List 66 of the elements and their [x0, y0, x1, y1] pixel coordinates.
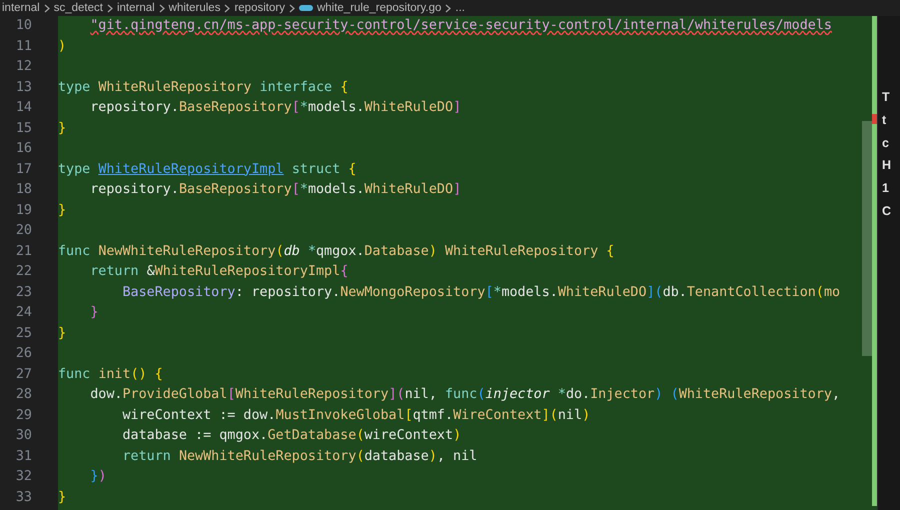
breadcrumb-item[interactable]: internal: [2, 0, 40, 16]
breadcrumb-item[interactable]: white_rule_repository.go: [316, 0, 442, 16]
line-number: 18: [14, 181, 33, 199]
code-line: }: [58, 202, 68, 220]
line-number: 30: [14, 427, 33, 445]
line-number: 19: [14, 202, 33, 220]
code-line: func init() {: [58, 366, 164, 384]
line-number: 31: [14, 448, 33, 466]
panel-text: c: [882, 134, 890, 152]
code-line: dow.ProvideGlobal[WhiteRuleRepository](nil, func(injector *do.Injector) (WhiteRuleRepository,: [89, 386, 842, 404]
code-line: ): [58, 38, 68, 56]
line-number: 25: [14, 324, 33, 342]
code-line: type WhiteRuleRepositoryImpl struct {: [58, 160, 358, 178]
error-marker: [872, 114, 877, 124]
code-line: database := qmgox.GetDatabase(wireContext): [122, 427, 462, 445]
code-line: return &WhiteRuleRepositoryImpl{: [89, 263, 350, 281]
line-number: 23: [14, 284, 33, 302]
code-line: }): [89, 468, 108, 486]
code-line: }: [58, 324, 68, 342]
line-number: 28: [14, 386, 33, 404]
line-number: 29: [14, 406, 33, 424]
code-line: func NewWhiteRuleRepository(db *qmgox.Database) WhiteRuleRepository {: [58, 242, 616, 260]
line-number: 14: [14, 99, 33, 117]
panel-text: C: [882, 202, 892, 220]
code-line: }: [58, 120, 68, 138]
line-number: 20: [14, 222, 33, 240]
go-file-icon: [298, 4, 313, 12]
line-number: 32: [14, 468, 33, 486]
breadcrumb-item[interactable]: sc_detect: [54, 0, 103, 16]
line-number: 12: [14, 58, 33, 76]
panel-text: t: [882, 112, 888, 129]
scrollbar-thumb[interactable]: [862, 121, 872, 356]
code-line: repository.BaseRepository[*models.WhiteRuleDO]: [89, 99, 462, 117]
line-number: 11: [14, 38, 33, 56]
panel-text: 1: [882, 180, 890, 197]
line-number: 10: [14, 17, 33, 35]
code-line: wireContext := dow.MustInvokeGlobal[qtmf.WireContext](nil): [122, 406, 592, 424]
line-number: 26: [14, 345, 33, 363]
line-number: 22: [14, 263, 33, 281]
panel-text: T: [882, 89, 891, 106]
chevron-right-icon: [158, 4, 165, 12]
panel-text: H: [882, 157, 892, 174]
code-line: "git.qingteng.cn/ms-app-security-control/service-security-control/internal/whiterules/models: [89, 17, 833, 35]
line-number: 33: [14, 488, 33, 506]
code-line: type WhiteRuleRepository interface {: [58, 78, 350, 96]
chevron-right-icon: [44, 4, 50, 12]
chevron-right-icon: [288, 4, 295, 12]
line-number: 15: [14, 120, 33, 138]
line-number: 16: [14, 140, 33, 158]
line-number: 21: [14, 242, 33, 260]
breadcrumb-item[interactable]: internal: [116, 0, 155, 16]
chevron-right-icon: [106, 4, 113, 12]
line-number: 27: [14, 366, 33, 384]
breadcrumb-item[interactable]: repository: [234, 0, 285, 16]
code-line: }: [58, 488, 68, 506]
breadcrumb-more[interactable]: ...: [455, 0, 465, 16]
code-line: }: [89, 304, 100, 322]
code-line: BaseRepository: repository.NewMongoRepository[*models.WhiteRuleDO](db.TenantCollection(mo: [122, 284, 842, 302]
line-number: 17: [14, 160, 33, 178]
breadcrumb-item[interactable]: whiterules: [168, 0, 220, 16]
code-line: repository.BaseRepository[*models.WhiteRuleDO]: [89, 181, 462, 199]
chevron-right-icon: [224, 4, 230, 12]
line-number: 24: [14, 304, 33, 322]
chevron-right-icon: [445, 4, 452, 12]
code-line: return NewWhiteRuleRepository(database), nil: [122, 448, 478, 466]
line-number: 13: [14, 78, 33, 96]
